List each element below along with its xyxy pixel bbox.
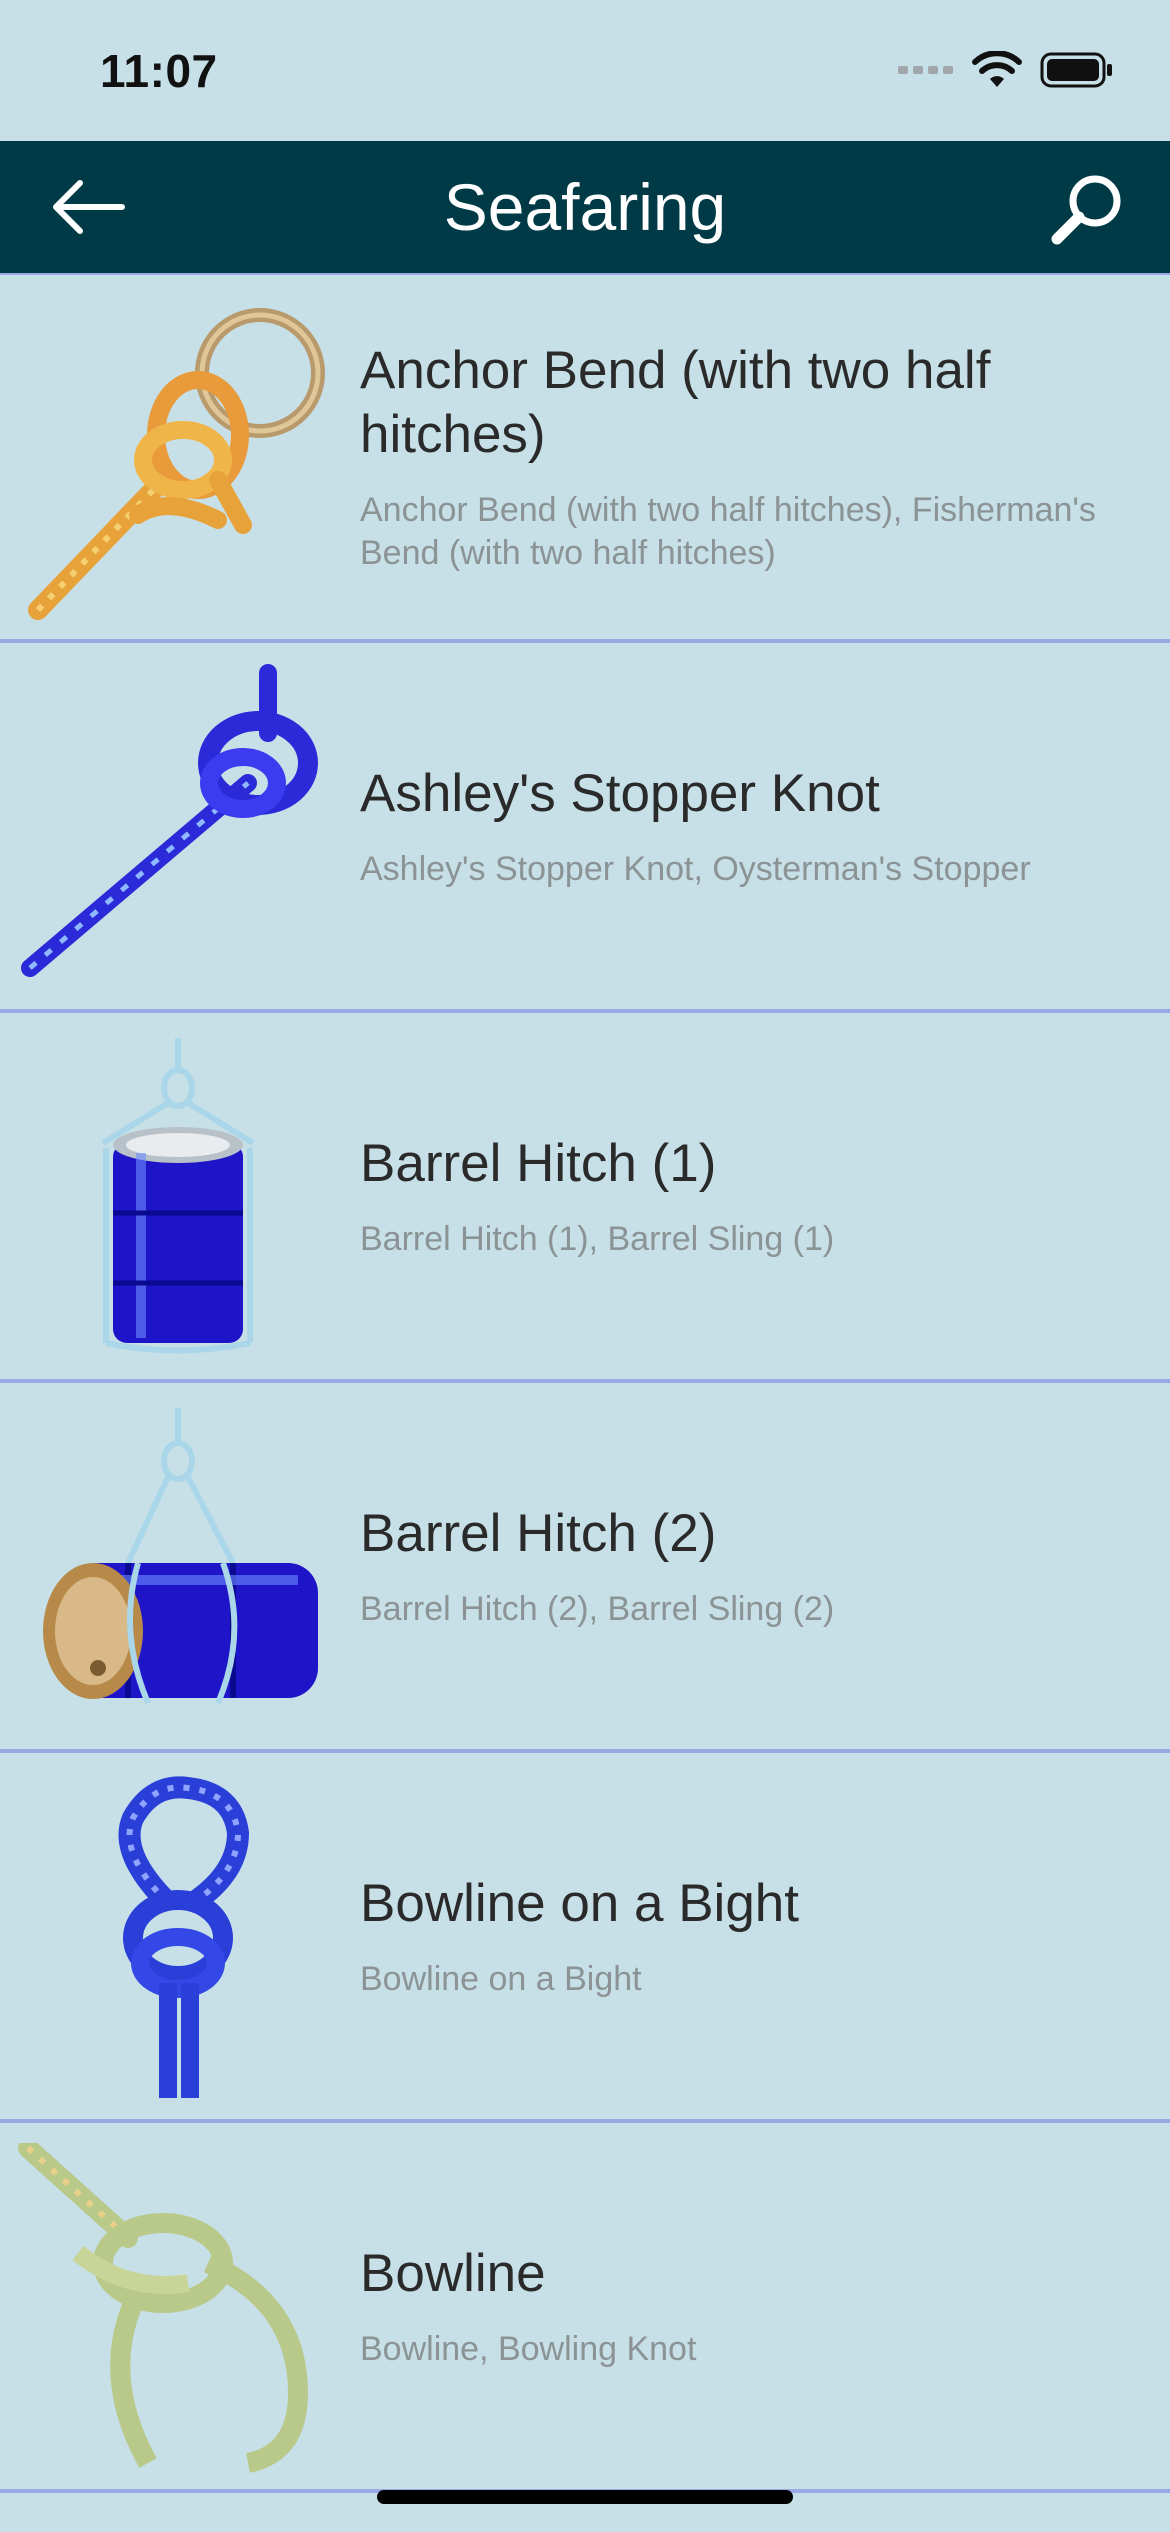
page-title: Seafaring [443,170,727,244]
list-item-title: Ashley's Stopper Knot [360,763,880,823]
list-item-text: Ashley's Stopper Knot Ashley's Stopper K… [360,643,1130,1009]
list-item[interactable]: Barrel Hitch (2) Barrel Hitch (2), Barre… [0,1383,1170,1753]
status-time: 11:07 [100,45,218,97]
ashleys-stopper-knot-icon [21,664,318,977]
list-item[interactable]: Bowline Bowline, Bowling Knot [0,2123,1170,2493]
list-item[interactable]: Barrel Hitch (1) Barrel Hitch (1), Barre… [0,1013,1170,1383]
list-item-text: Bowline on a Bight Bowline on a Bight [360,1753,1130,2119]
list-item-title: Barrel Hitch (2) [360,1503,717,1563]
search-button[interactable] [1044,169,1130,249]
list-item[interactable]: Anchor Bend (with two half hitches) Anch… [0,273,1170,643]
bowline-knot-icon [18,2143,309,2473]
list-item-subtitle: Ashley's Stopper Knot, Oysterman's Stopp… [360,849,1031,888]
list-item[interactable]: Ashley's Stopper Knot Ashley's Stopper K… [0,643,1170,1013]
status-bar: 11:07 [0,0,1170,141]
list-item-text: Barrel Hitch (1) Barrel Hitch (1), Barre… [360,1013,1130,1379]
list-item-title: Anchor Bend (with two half hitches) [360,341,991,464]
back-button[interactable] [48,171,128,243]
magnifier-icon [1051,175,1121,245]
list-item-subtitle: Barrel Hitch (1), Barrel Sling (1) [360,1219,835,1258]
list-item-title: Bowline [360,2243,546,2303]
anchor-bend-knot-icon [28,308,325,620]
knot-list: Anchor Bend (with two half hitches) Anch… [0,273,1170,2493]
list-item-text: Anchor Bend (with two half hitches) Anch… [360,275,1130,639]
list-item[interactable]: Bowline on a Bight Bowline on a Bight [0,1753,1170,2123]
list-item-title: Barrel Hitch (1) [360,1133,717,1193]
list-item-title: Bowline on a Bight [360,1873,800,1933]
status-icons [898,50,1114,90]
navigation-bar: Seafaring [0,141,1170,273]
wifi-icon [972,51,1022,87]
barrel-hitch-horizontal-icon [43,1408,318,1705]
list-item-text: Barrel Hitch (2) Barrel Hitch (2), Barre… [360,1383,1130,1749]
cellular-signal-icon [898,66,953,74]
home-indicator[interactable] [377,2490,793,2504]
app-screen: 11:07 Seafaring Anchor Bend (with two ha… [0,0,1170,2532]
list-item-subtitle: Barrel Hitch (2), Barrel Sling (2) [360,1589,835,1628]
list-item-subtitle: Bowline on a Bight [360,1959,642,1998]
bowline-on-a-bight-knot-icon [118,1776,250,2098]
arrow-left-icon [53,180,125,234]
barrel-hitch-upright-icon [101,1038,255,1354]
battery-icon [1040,52,1112,88]
list-item-subtitle: Bowline, Bowling Knot [360,2329,697,2368]
list-item-subtitle: Anchor Bend (with two half hitches), Fis… [360,491,1096,572]
list-item-text: Bowline Bowline, Bowling Knot [360,2123,1130,2489]
